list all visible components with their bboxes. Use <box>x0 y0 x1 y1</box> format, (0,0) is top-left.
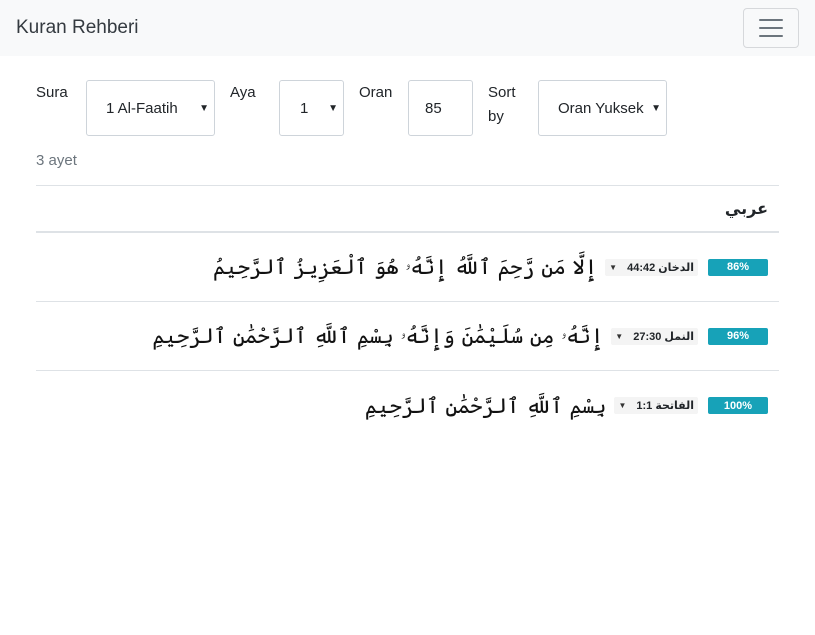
table-row: إِنَّهُۥ مِن سُلَيْمَٰنَ وَإِنَّهُۥ بِسْ… <box>36 302 779 371</box>
sura-label: Sura <box>36 84 68 101</box>
oran-input[interactable]: 85 <box>408 80 473 136</box>
caret-down-icon: ▼ <box>326 103 338 114</box>
sort-select-value: Oran Yuksek <box>558 99 644 117</box>
column-header-arabic: عربي <box>724 199 768 218</box>
ayah-text: إِلَّا مَن رَّحِمَ ٱللَّهُ إِنَّهُۥ هُوَ… <box>212 254 598 279</box>
menu-toggle-button[interactable] <box>743 8 799 48</box>
surah-ref-dropdown[interactable]: ▼ النمل 27:30 <box>611 327 698 345</box>
match-percent-badge: 100% <box>708 397 768 414</box>
oran-input-value: 85 <box>425 99 442 117</box>
match-percent-badge: 96% <box>708 327 768 345</box>
caret-down-icon: ▼ <box>647 103 661 114</box>
sort-label: Sort by <box>488 84 516 125</box>
caret-down-icon: ▼ <box>618 401 627 410</box>
aya-select[interactable]: 1 ▼ <box>279 80 344 136</box>
results-table: عربي إِلَّا مَن رَّحِمَ ٱللَّهُ إِنَّهُۥ… <box>36 185 779 440</box>
sort-select[interactable]: Oran Yuksek ▼ <box>538 80 667 136</box>
brand-title[interactable]: Kuran Rehberi <box>16 17 139 39</box>
surah-ref-label: الفاتحة 1:1 <box>636 400 694 412</box>
hamburger-icon <box>759 19 783 21</box>
filter-form: Sura 1 Al-Faatih ▼ Aya 1 ▼ Oran 85 Sort … <box>36 80 779 136</box>
sura-select-value: 1 Al-Faatih <box>106 99 178 117</box>
surah-ref-dropdown[interactable]: ▼ الفاتحة 1:1 <box>614 397 698 414</box>
table-row: إِلَّا مَن رَّحِمَ ٱللَّهُ إِنَّهُۥ هُوَ… <box>36 233 779 302</box>
sura-select[interactable]: 1 Al-Faatih ▼ <box>86 80 215 136</box>
caret-down-icon: ▼ <box>197 103 209 114</box>
match-percent-badge: 86% <box>708 258 768 276</box>
caret-down-icon: ▼ <box>609 262 618 272</box>
oran-label: Oran <box>359 84 393 101</box>
surah-ref-label: الدخان 44:42 <box>627 261 694 274</box>
surah-ref-dropdown[interactable]: ▼ الدخان 44:42 <box>605 258 698 276</box>
table-row: بِسْمِ ٱللَّهِ ٱلرَّحْمَٰنِ ٱلرَّحِيمِ ▼… <box>36 371 779 440</box>
aya-label: Aya <box>230 84 256 101</box>
aya-select-value: 1 <box>300 99 309 117</box>
table-header: عربي <box>36 186 779 233</box>
navbar: Kuran Rehberi <box>0 0 815 56</box>
ayah-text: إِنَّهُۥ مِن سُلَيْمَٰنَ وَإِنَّهُۥ بِسْ… <box>152 323 604 348</box>
surah-ref-label: النمل 27:30 <box>633 330 694 343</box>
main-content: Sura 1 Al-Faatih ▼ Aya 1 ▼ Oran 85 Sort … <box>0 80 815 440</box>
caret-down-icon: ▼ <box>615 331 624 341</box>
result-count: 3 ayet <box>36 152 77 169</box>
ayah-text: بِسْمِ ٱللَّهِ ٱلرَّحْمَٰنِ ٱلرَّحِيمِ <box>364 393 607 418</box>
